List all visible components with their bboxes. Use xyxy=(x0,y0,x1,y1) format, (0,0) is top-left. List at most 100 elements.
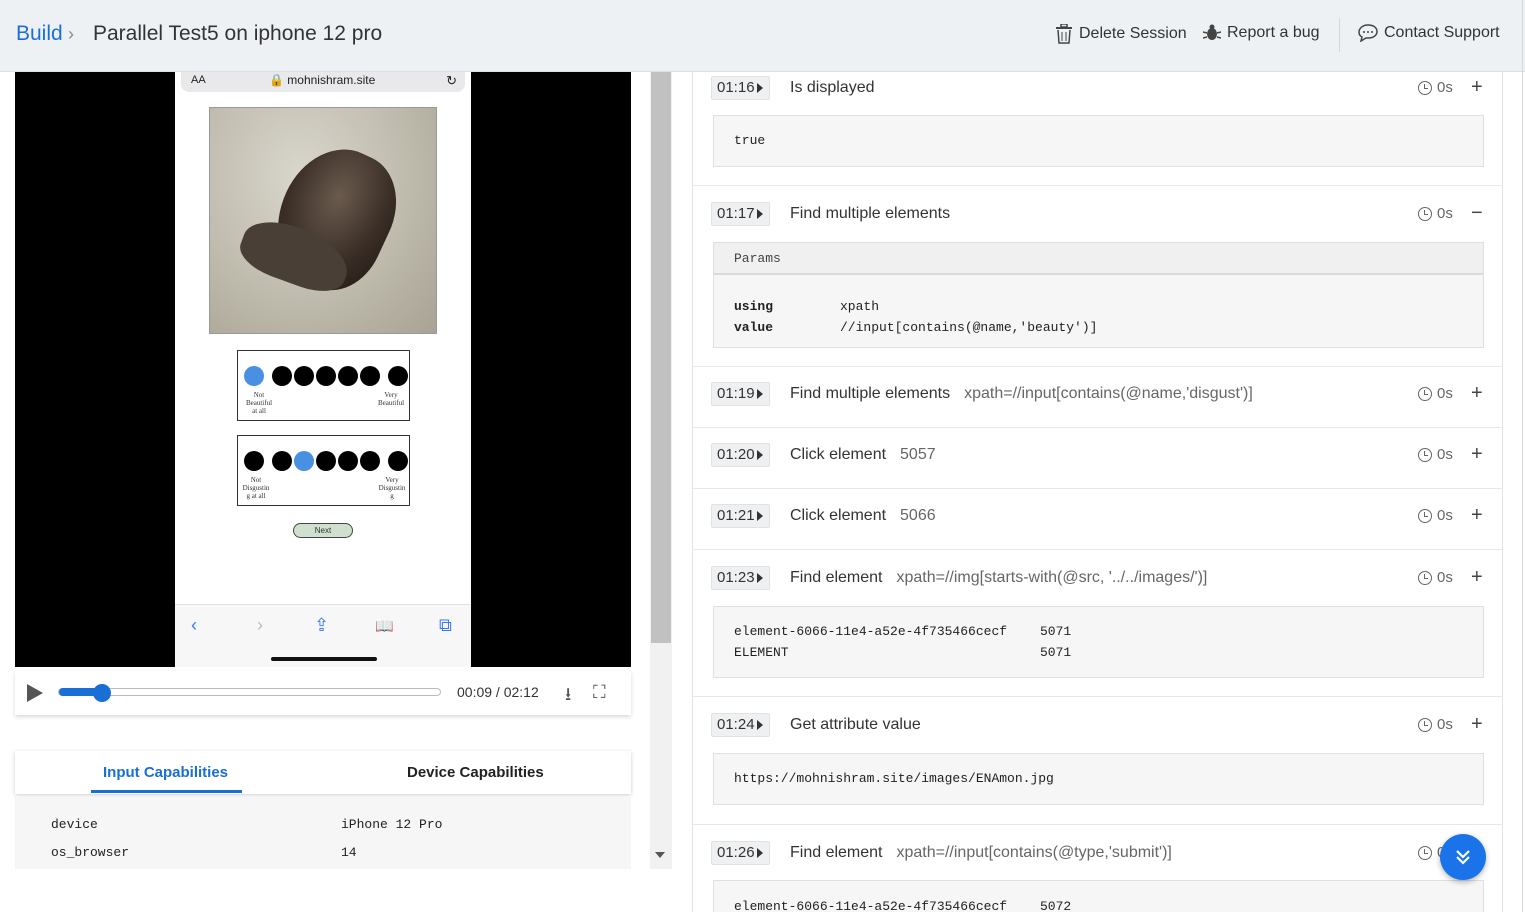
output-key: ELEMENT xyxy=(734,645,789,660)
expand-toggle[interactable]: + xyxy=(1471,504,1483,527)
step-name: Find multiple elements xyxy=(790,205,951,222)
output-key: element-6066-11e4-a52e-4f735466cecf xyxy=(734,624,1008,639)
play-from-icon xyxy=(757,573,763,583)
output-value: 5071 xyxy=(1040,624,1072,639)
play-from-icon xyxy=(757,209,763,219)
step-duration: 0s xyxy=(1418,205,1453,222)
expand-toggle[interactable]: + xyxy=(1471,713,1483,736)
play-from-icon xyxy=(757,83,763,93)
capabilities-tabs: Input Capabilities Device Capabilities xyxy=(15,751,631,794)
step-duration: 0s xyxy=(1418,385,1453,402)
clock-icon xyxy=(1418,845,1432,860)
step-timestamp[interactable]: 01:24 xyxy=(711,713,770,737)
step-timestamp[interactable]: 01:19 xyxy=(711,382,770,406)
forward-icon: › xyxy=(257,615,263,635)
share-icon: ⇪ xyxy=(314,615,330,635)
rating-option xyxy=(338,451,358,471)
clock-icon xyxy=(1418,447,1432,462)
delete-session-button[interactable]: Delete Session xyxy=(1055,24,1187,44)
video-time: 00:09 / 02:12 xyxy=(457,684,539,700)
seek-bar[interactable] xyxy=(58,684,441,702)
step-output: https://mohnishram.site/images/ENAmon.jp… xyxy=(713,753,1484,805)
expand-toggle[interactable]: + xyxy=(1471,566,1483,589)
step-argument: xpath=//input[contains(@name,'disgust')] xyxy=(964,385,1253,402)
param-value: //input[contains(@name,'beauty')] xyxy=(840,320,1098,335)
step-timestamp[interactable]: 01:17 xyxy=(711,202,770,226)
scroll-to-bottom-button[interactable] xyxy=(1440,834,1486,880)
log-step: 01:16 Is displayed 0s + true xyxy=(693,72,1502,186)
step-timestamp[interactable]: 01:20 xyxy=(711,443,770,467)
log-step: 01:23 Find element xpath=//img[starts-wit… xyxy=(693,551,1502,697)
rating-option xyxy=(316,366,336,386)
expand-toggle[interactable]: + xyxy=(1471,443,1483,466)
capability-key: os_browser xyxy=(51,845,130,860)
top-bar: Build › Parallel Test5 on iphone 12 pro … xyxy=(0,0,1525,72)
next-button: Next xyxy=(293,523,353,538)
rating-left-label: Not Beautiful at all xyxy=(245,391,273,415)
report-bug-button[interactable]: Report a bug xyxy=(1203,24,1320,42)
rating-option-selected xyxy=(244,366,264,386)
params-header: Params xyxy=(714,243,1483,275)
step-duration: 0s xyxy=(1418,79,1453,96)
play-from-icon xyxy=(757,511,763,521)
toolbar-divider xyxy=(1339,18,1340,52)
play-from-icon xyxy=(757,848,763,858)
double-chevron-down-icon xyxy=(1456,850,1470,865)
rating-option xyxy=(272,451,292,471)
capability-key: device xyxy=(51,817,98,832)
step-timestamp[interactable]: 01:16 xyxy=(711,76,770,100)
download-icon[interactable]: ⭳ xyxy=(565,682,571,712)
step-timestamp[interactable]: 01:26 xyxy=(711,841,770,865)
expand-toggle[interactable]: + xyxy=(1471,382,1483,405)
log-step: 01:20 Click element 5057 0s + xyxy=(693,429,1502,489)
command-log: 01:16 Is displayed 0s + true 01:17 Find … xyxy=(692,72,1503,912)
step-argument: xpath=//input[contains(@type,'submit')] xyxy=(896,844,1172,861)
clock-icon xyxy=(1418,386,1432,401)
beauty-rating-scale: Not Beautiful at all Very Beautiful xyxy=(237,350,410,421)
rating-option xyxy=(388,451,408,471)
play-icon[interactable] xyxy=(27,684,43,702)
fullscreen-icon[interactable]: ⛶ xyxy=(593,682,606,703)
tab-input-capabilities[interactable]: Input Capabilities xyxy=(103,764,228,781)
page-title: Parallel Test5 on iphone 12 pro xyxy=(93,22,383,45)
left-scrollbar-thumb[interactable] xyxy=(651,72,671,643)
chat-bubble-icon xyxy=(1358,24,1378,42)
contact-support-label: Contact Support xyxy=(1384,24,1500,41)
disgust-rating-scale: Not Disgustin g at all Very Disgustin g xyxy=(237,435,410,506)
reload-icon: ↻ xyxy=(446,73,457,88)
step-name: Is displayed xyxy=(790,79,875,96)
step-duration: 0s xyxy=(1418,446,1453,463)
play-from-icon xyxy=(757,389,763,399)
collapse-toggle[interactable]: − xyxy=(1471,202,1483,225)
trash-icon xyxy=(1056,24,1072,44)
expand-toggle[interactable]: + xyxy=(1471,76,1483,99)
output-value: 5071 xyxy=(1040,645,1072,660)
rating-option xyxy=(360,451,380,471)
step-timestamp[interactable]: 01:21 xyxy=(711,504,770,528)
tabs-icon: ⧉ xyxy=(439,615,452,635)
output-text: https://mohnishram.site/images/ENAmon.jp… xyxy=(734,771,1054,786)
param-key: value xyxy=(734,320,774,335)
rating-option xyxy=(360,366,380,386)
home-indicator xyxy=(271,657,377,661)
step-name: Find multiple elements xpath=//input[cont… xyxy=(790,385,1253,402)
log-step: 01:19 Find multiple elements xpath=//inpu… xyxy=(693,368,1502,428)
param-key: using xyxy=(734,299,774,314)
snail-image xyxy=(209,107,437,334)
clock-icon xyxy=(1418,508,1432,523)
scroll-down-arrow-icon[interactable] xyxy=(655,852,665,858)
breadcrumb-build-link[interactable]: Build xyxy=(16,22,63,46)
rating-option xyxy=(294,366,314,386)
contact-support-button[interactable]: Contact Support xyxy=(1358,24,1500,42)
step-params: Params using xpath value //input[contain… xyxy=(713,242,1484,348)
capability-value: 14 xyxy=(341,845,357,860)
rating-right-label: Very Beautiful xyxy=(377,391,405,407)
tab-device-capabilities[interactable]: Device Capabilities xyxy=(407,764,544,781)
seek-knob[interactable] xyxy=(93,684,112,702)
capability-value: iPhone 12 Pro xyxy=(341,817,443,832)
play-from-icon xyxy=(757,450,763,460)
step-argument: 5066 xyxy=(900,507,936,524)
step-name: Click element 5057 xyxy=(790,446,936,463)
step-timestamp[interactable]: 01:23 xyxy=(711,566,770,590)
window-edge xyxy=(1522,0,1523,912)
